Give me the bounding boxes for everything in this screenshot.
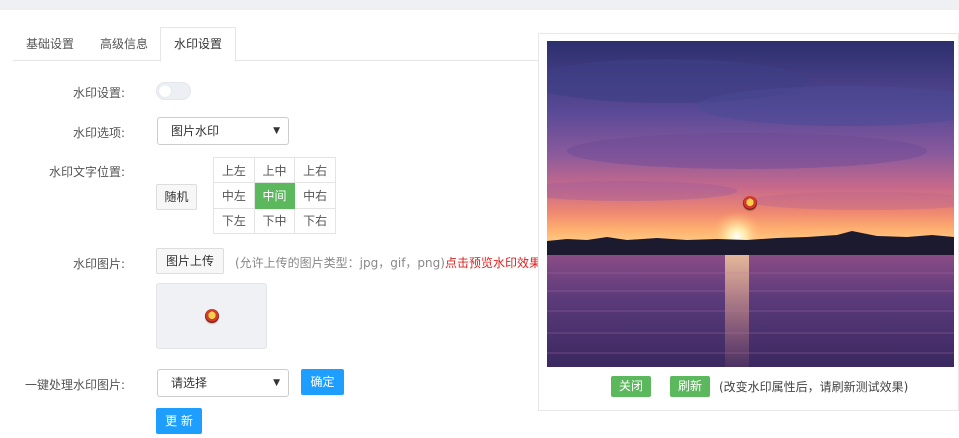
watermark-option-value: 图片水印 [171, 124, 220, 138]
tab-basic-settings[interactable]: 基础设置 [13, 27, 87, 61]
watermark-toggle-label: 水印设置: [72, 86, 125, 100]
position-bottom-right[interactable]: 下右 [294, 207, 336, 235]
position-top-center[interactable]: 上中 [253, 156, 296, 184]
preview-image [547, 41, 954, 367]
confirm-button[interactable]: 确定 [301, 369, 344, 395]
position-top-left[interactable]: 上左 [213, 156, 255, 184]
position-middle-left[interactable]: 中左 [213, 182, 255, 209]
image-upload-button[interactable]: 图片上传 [156, 248, 224, 274]
preview-panel: 关闭 刷新 (改变水印属性后，请刷新测试效果) [538, 33, 959, 411]
tab-bar: 基础设置 高级信息 水印设置 [13, 27, 538, 62]
position-bottom-center[interactable]: 下中 [253, 207, 296, 235]
position-bottom-left[interactable]: 下左 [213, 207, 255, 235]
watermark-badge-icon [743, 196, 757, 210]
chevron-down-icon: ▼ [273, 378, 280, 388]
batch-process-select[interactable]: 请选择 ▼ [157, 369, 289, 397]
watermark-option-label: 水印选项: [72, 126, 125, 140]
position-middle-right[interactable]: 中右 [294, 182, 336, 209]
random-position-button[interactable]: 随机 [156, 184, 197, 210]
batch-process-label: 一键处理水印图片: [24, 378, 125, 392]
update-button[interactable]: 更 新 [156, 408, 202, 434]
position-grid: 上左 上中 上右 中左 中间 中右 下左 下中 下右 [213, 156, 336, 235]
watermark-badge-icon [205, 309, 219, 323]
watermark-option-select[interactable]: 图片水印 ▼ [157, 117, 289, 145]
position-center[interactable]: 中间 [253, 182, 296, 209]
chevron-down-icon: ▼ [273, 126, 280, 136]
text-position-label: 水印文字位置: [48, 165, 125, 179]
preview-watermark-link[interactable]: 点击预览水印效果 [445, 254, 541, 271]
tab-watermark-settings[interactable]: 水印设置 [160, 27, 237, 62]
top-strip [0, 0, 959, 10]
tab-advanced-info[interactable]: 高级信息 [87, 27, 161, 61]
batch-process-value: 请选择 [171, 376, 208, 390]
upload-hint: (允许上传的图片类型：jpg，gif，png) [235, 256, 445, 270]
refresh-note: (改变水印属性后，请刷新测试效果) [719, 380, 909, 394]
close-button[interactable]: 关闭 [611, 376, 651, 397]
refresh-button[interactable]: 刷新 [670, 376, 710, 397]
position-top-right[interactable]: 上右 [294, 156, 336, 184]
watermark-image-label: 水印图片: [72, 257, 125, 271]
watermark-toggle-switch[interactable] [156, 82, 191, 100]
watermark-thumbnail [156, 283, 267, 349]
